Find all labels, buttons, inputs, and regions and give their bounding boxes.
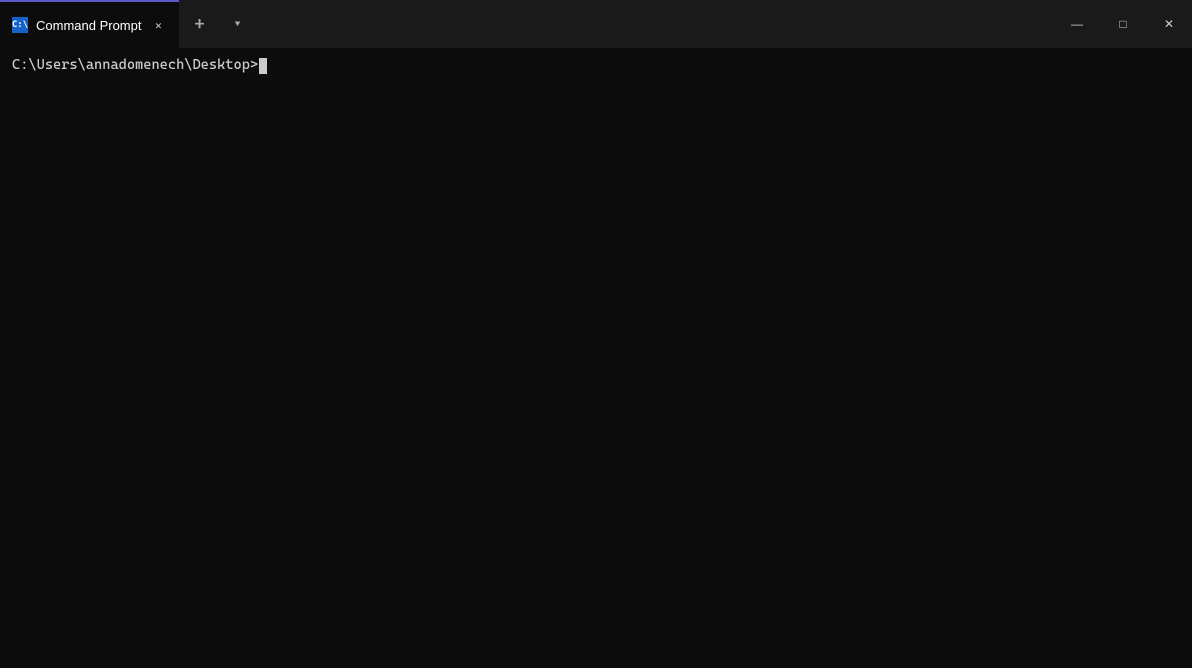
terminal-body[interactable]: C:\Users\annadomenech\Desktop> [0,48,1192,668]
active-tab[interactable]: C:\ Command Prompt ✕ [0,0,179,48]
minimize-button[interactable]: — [1054,0,1100,48]
titlebar: C:\ Command Prompt ✕ + ▾ — □ ✕ [0,0,1192,48]
close-icon: ✕ [1164,17,1174,31]
terminal-window: C:\ Command Prompt ✕ + ▾ — □ ✕ [0,0,1192,668]
minimize-icon: — [1071,17,1083,31]
tab-label: Command Prompt [36,18,141,33]
cursor [259,58,267,74]
dropdown-icon: ▾ [234,17,241,31]
close-button[interactable]: ✕ [1146,0,1192,48]
window-controls: — □ ✕ [1054,0,1192,48]
tab-area: C:\ Command Prompt ✕ + ▾ [0,0,1054,48]
prompt-text: C:\Users\annadomenech\Desktop> [12,56,258,76]
new-tab-icon: + [194,14,205,35]
cmd-icon: C:\ [12,17,28,33]
new-tab-button[interactable]: + [179,0,219,48]
maximize-button[interactable]: □ [1100,0,1146,48]
maximize-icon: □ [1119,17,1126,31]
dropdown-button[interactable]: ▾ [219,0,255,48]
prompt-line: C:\Users\annadomenech\Desktop> [12,56,1180,76]
tab-close-button[interactable]: ✕ [149,16,167,34]
